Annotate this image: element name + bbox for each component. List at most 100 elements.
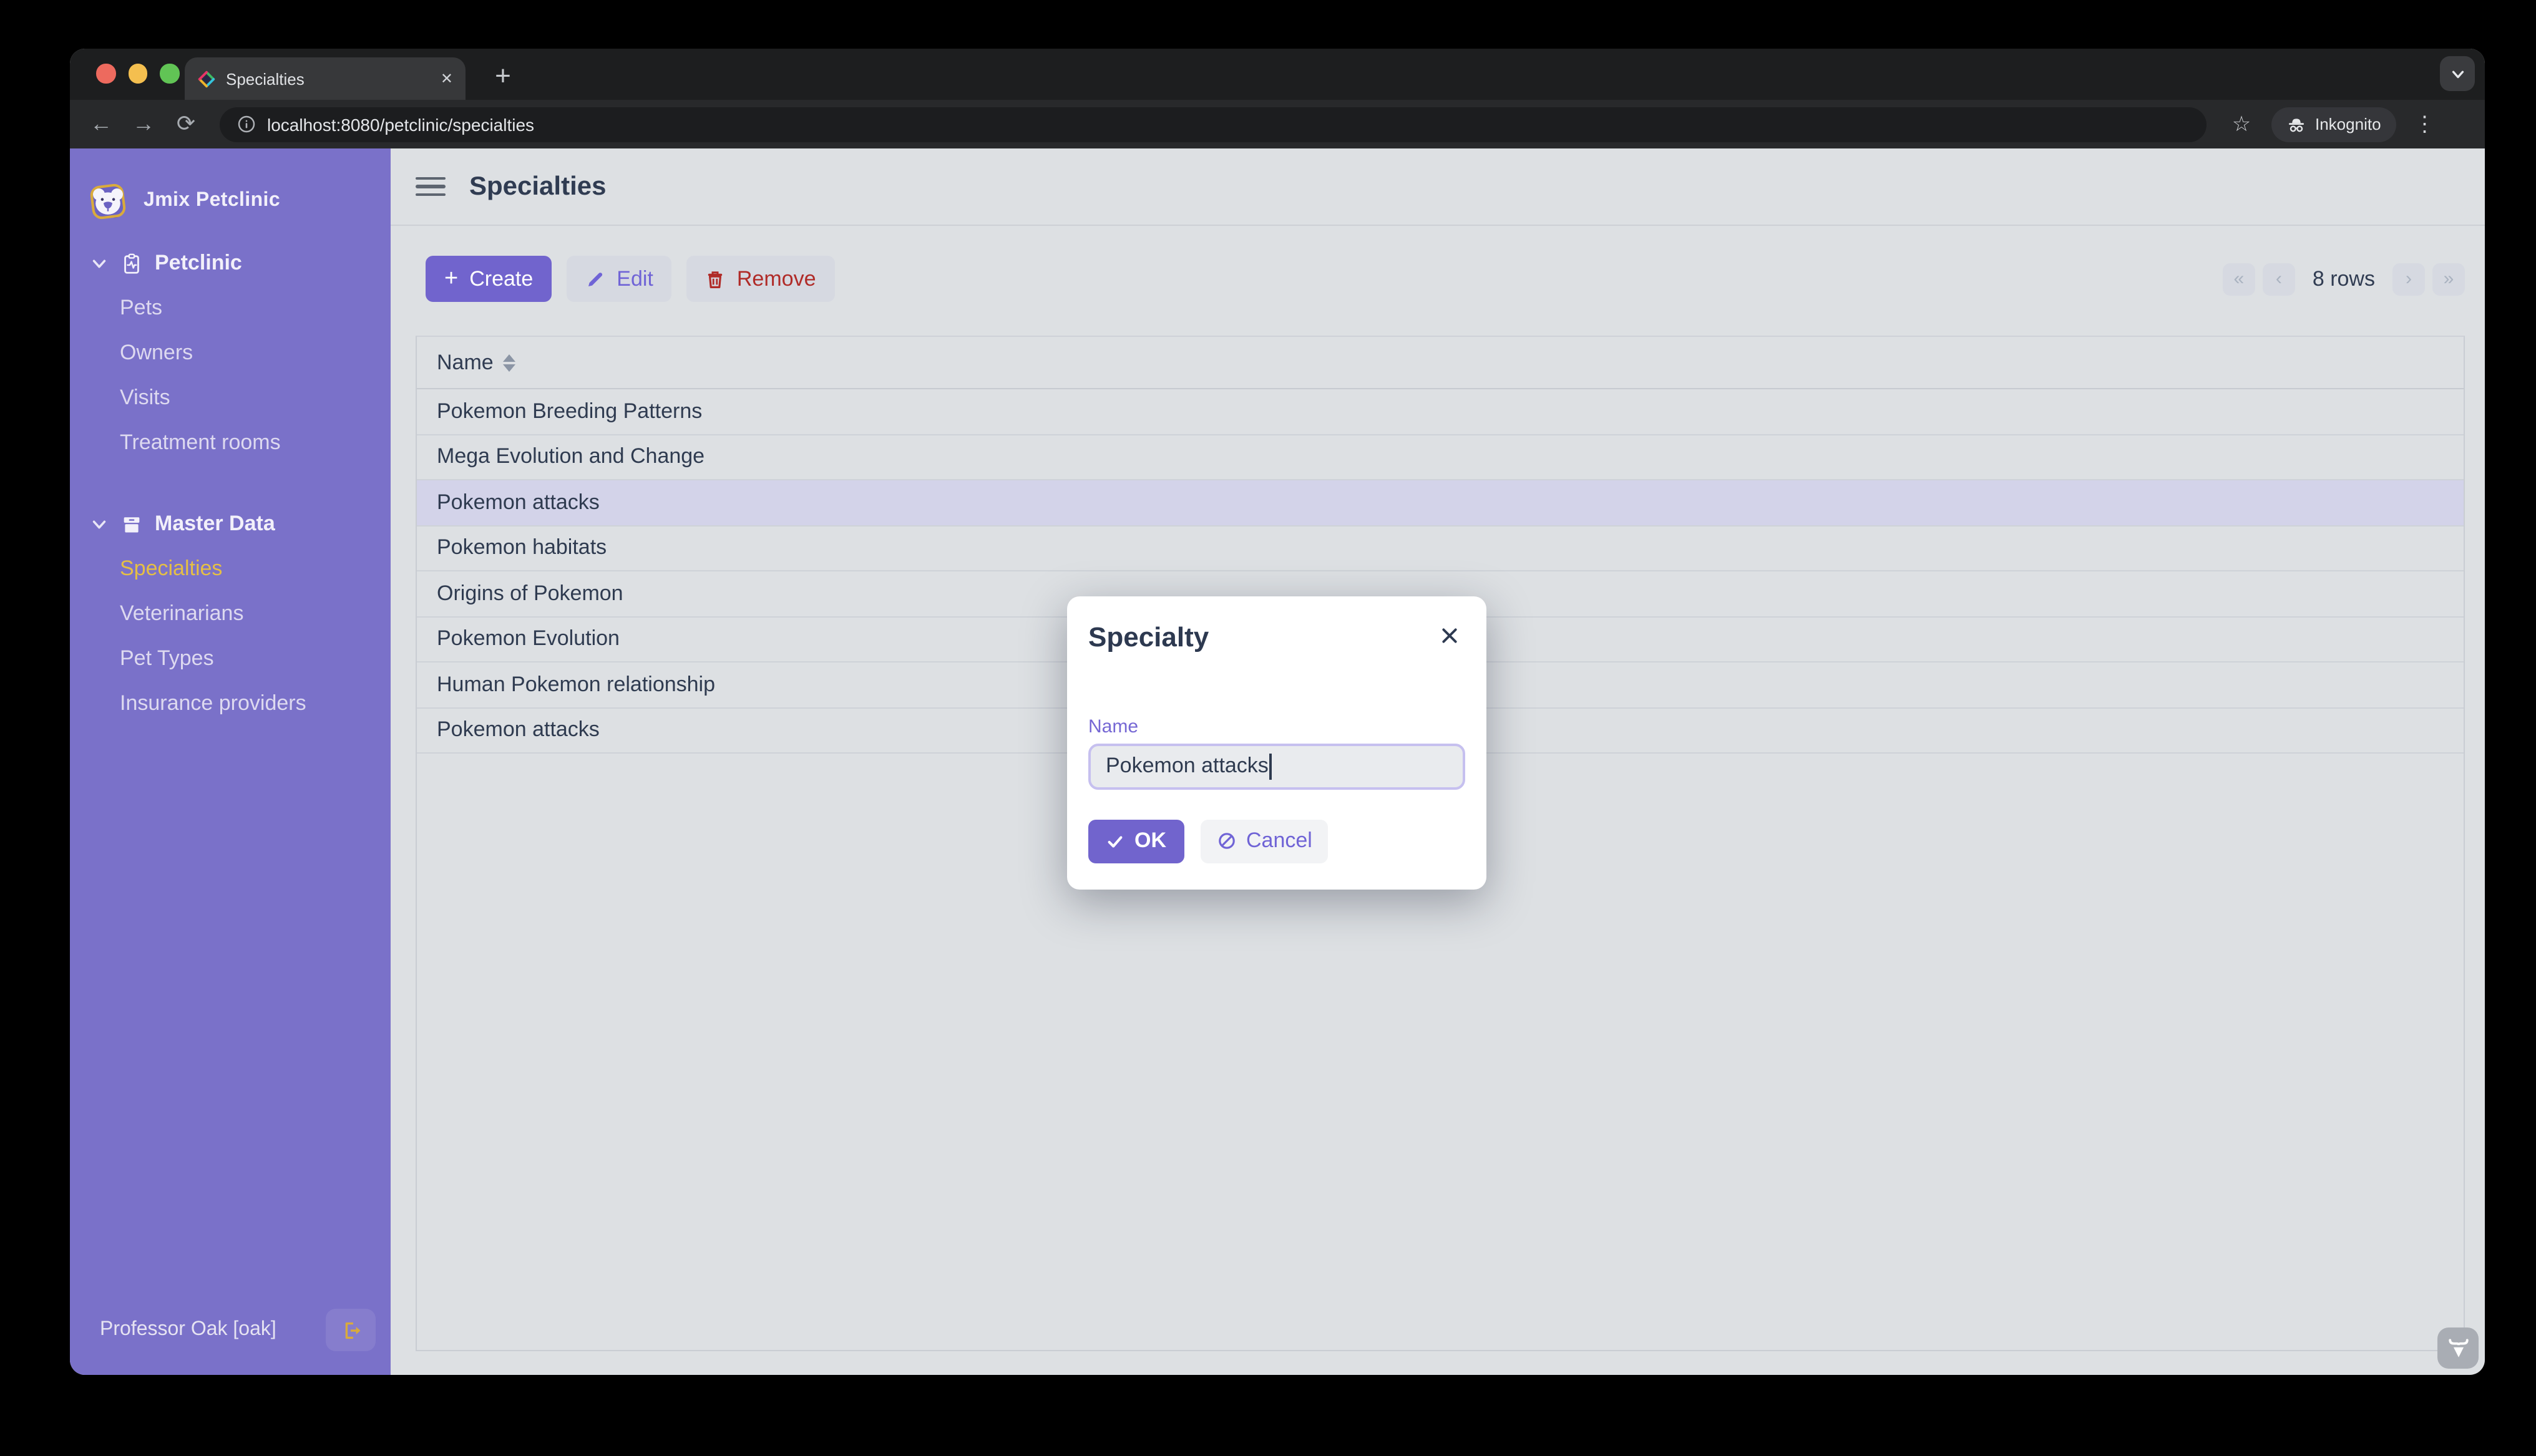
ok-button-label: OK (1134, 828, 1166, 853)
new-tab-button[interactable]: + (484, 57, 522, 95)
sidebar-item-pets[interactable]: Pets (70, 286, 391, 331)
browser-toolbar: ← → ⟳ localhost:8080/petclinic/specialti… (70, 100, 2485, 148)
logout-icon (344, 1321, 360, 1339)
cell-name: Pokemon habitats (437, 535, 607, 560)
reload-button[interactable]: ⟳ (167, 105, 205, 143)
close-icon (1441, 628, 1456, 643)
drawer-toggle-button[interactable] (416, 172, 446, 201)
view-header: Specialties (391, 148, 2485, 226)
sidebar-item-insurance-providers[interactable]: Insurance providers (70, 681, 391, 726)
jmix-favicon (198, 70, 215, 87)
dialog-close-button[interactable] (1433, 619, 1465, 651)
last-page-button[interactable]: » (2432, 263, 2465, 295)
bookmark-star-icon[interactable]: ☆ (2224, 107, 2259, 142)
clipboard-pulse-icon (124, 253, 139, 273)
column-header-name[interactable]: Name (437, 350, 494, 375)
next-page-button[interactable]: › (2392, 263, 2425, 295)
page-title: Specialties (469, 172, 607, 200)
cell-name: Human Pokemon relationship (437, 672, 716, 696)
dialog-header: Specialty (1088, 621, 1465, 659)
petclinic-dog-logo (90, 183, 126, 219)
sidebar-item-pet-types[interactable]: Pet Types (70, 636, 391, 681)
table-row[interactable]: Pokemon Breeding Patterns (417, 389, 2464, 435)
sidebar-item-treatment-rooms[interactable]: Treatment rooms (70, 420, 391, 465)
name-field-label: Name (1088, 716, 1139, 737)
cell-name: Pokemon Breeding Patterns (437, 399, 703, 423)
text-cursor (1269, 753, 1272, 780)
create-button-label: Create (469, 266, 534, 290)
url-text: localhost:8080/petclinic/specialties (267, 114, 535, 134)
ban-icon (1218, 833, 1234, 850)
app-title: Jmix Petclinic (144, 190, 281, 211)
create-button[interactable]: + Create (426, 256, 552, 302)
table-row[interactable]: Mega Evolution and Change (417, 435, 2464, 480)
cell-name: Origins of Pokemon (437, 581, 623, 605)
cell-name: Pokemon attacks (437, 490, 600, 514)
sidebar: Jmix Petclinic Petclinic Pets Owners Vis… (70, 148, 391, 1375)
sidebar-item-owners[interactable]: Owners (70, 331, 391, 376)
current-user-label: Professor Oak [oak] (100, 1319, 276, 1340)
trash-icon (708, 271, 723, 288)
sort-icon[interactable] (503, 354, 516, 371)
cell-name: Mega Evolution and Change (437, 444, 705, 468)
section-label: Petclinic (155, 251, 242, 274)
cell-name: Pokemon attacks (437, 717, 600, 742)
actions-row: + Create Edit Remove « ‹ 8 rows › » (426, 256, 2465, 302)
previous-page-button[interactable]: ‹ (2262, 263, 2295, 295)
window-controls (96, 64, 179, 83)
forward-button[interactable]: → (125, 105, 162, 143)
cell-name: Pokemon Evolution (437, 626, 620, 651)
address-bar[interactable]: localhost:8080/petclinic/specialties (220, 107, 2207, 142)
logout-button[interactable] (326, 1309, 376, 1351)
tab-title: Specialties (226, 69, 305, 88)
archive-box-icon (124, 517, 140, 532)
site-info-icon[interactable] (237, 115, 256, 133)
minimize-window-button[interactable] (128, 64, 147, 83)
specialty-dialog: Specialty Name Pokemon attacks OK Cancel (1067, 596, 1486, 890)
incognito-badge: Inkognito (2271, 107, 2396, 142)
tab-search-button[interactable] (2440, 56, 2475, 91)
sidebar-section-petclinic[interactable]: Petclinic (70, 241, 391, 286)
section-label: Master Data (155, 512, 275, 535)
incognito-icon (2289, 118, 2304, 132)
browser-menu-button[interactable]: ⋮ (2409, 108, 2441, 140)
ok-button[interactable]: OK (1088, 819, 1184, 863)
first-page-button[interactable]: « (2222, 263, 2255, 295)
chevron-down-icon (92, 259, 106, 268)
pencil-icon (588, 272, 603, 286)
sidebar-section-master-data[interactable]: Master Data (70, 502, 391, 546)
edit-button-label: Edit (617, 266, 653, 290)
incognito-label: Inkognito (2315, 115, 2381, 133)
vaadin-logo-icon (2448, 1338, 2468, 1357)
table-row[interactable]: Pokemon habitats (417, 526, 2464, 571)
table-header[interactable]: Name (417, 337, 2464, 389)
chevron-down-icon (92, 520, 106, 528)
maximize-window-button[interactable] (160, 64, 179, 83)
sidebar-item-veterinarians[interactable]: Veterinarians (70, 591, 391, 636)
remove-button[interactable]: Remove (686, 256, 835, 302)
sidebar-item-specialties[interactable]: Specialties (70, 546, 391, 591)
dialog-actions: OK Cancel (1088, 819, 1465, 863)
cancel-button-label: Cancel (1246, 828, 1312, 853)
edit-button[interactable]: Edit (567, 256, 672, 302)
browser-window: Specialties ✕ + ← → ⟳ localhost:8080/pet… (70, 49, 2485, 1375)
cancel-button[interactable]: Cancel (1200, 819, 1329, 863)
plus-icon: + (444, 266, 459, 292)
back-button[interactable]: ← (82, 105, 120, 143)
rows-count-label: 8 rows (2312, 266, 2375, 290)
pagination: « ‹ 8 rows › » (2222, 263, 2465, 295)
tab-close-icon[interactable]: ✕ (441, 70, 453, 87)
close-window-button[interactable] (96, 64, 115, 83)
vaadin-dev-tools-button[interactable] (2437, 1327, 2479, 1369)
chevron-down-icon (2451, 70, 2464, 78)
sidebar-item-visits[interactable]: Visits (70, 376, 391, 420)
name-input[interactable]: Pokemon attacks (1088, 744, 1465, 789)
app-logo-row: Jmix Petclinic (70, 148, 391, 228)
user-row: Professor Oak [oak] (70, 1295, 391, 1375)
browser-tab[interactable]: Specialties ✕ (185, 57, 466, 100)
desktop: Specialties ✕ + ← → ⟳ localhost:8080/pet… (0, 0, 2536, 1456)
name-input-value: Pokemon attacks (1106, 754, 1269, 778)
dialog-title: Specialty (1088, 621, 1209, 653)
check-icon (1108, 835, 1123, 848)
table-row-selected[interactable]: Pokemon attacks (417, 480, 2464, 526)
